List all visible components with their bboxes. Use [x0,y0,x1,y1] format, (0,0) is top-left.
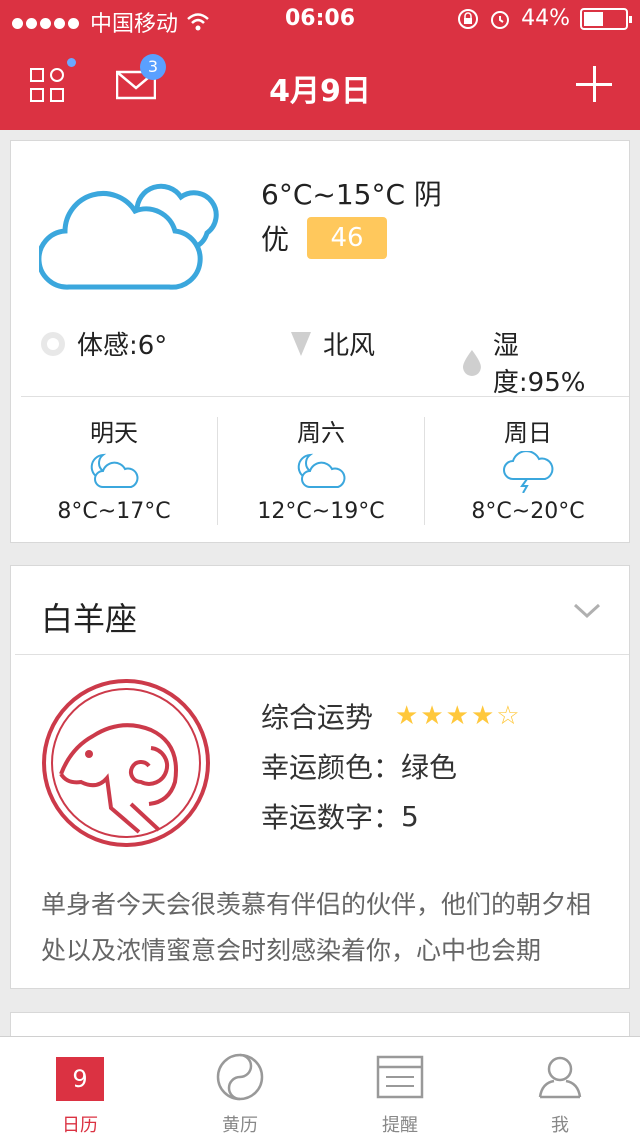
tab-almanac[interactable]: 黄历 [160,1037,320,1136]
forecast-day-name: 周日 [504,419,552,447]
moon-cloud-icon [90,453,139,488]
battery-icon [580,7,632,30]
moon-cloud-icon [297,453,346,488]
chevron-down-icon[interactable] [573,602,601,620]
divider [15,654,629,655]
humidity-stat: 湿度:95% [461,325,611,399]
cloud-icon [39,183,219,290]
forecast-day: 周日 8°C~20°C [425,397,631,544]
horoscope-description: 单身者今天会很羡慕有伴侣的伙伴，他们的朝夕相处以及浓情蜜意会时刻感染着你，心中也… [41,890,592,965]
horoscope-sign: 白羊座 [41,600,138,638]
humidity: 湿度:95% [492,331,586,398]
overall-label: 综合运势 [261,701,374,734]
aqi-badge: 46 [307,217,388,259]
tab-label: 提醒 [382,1115,418,1136]
star-icon: ★ [445,701,471,731]
star-icon: ★ [420,701,446,731]
top-bar: 中国移动 06:06 44% 3 4月9日 [0,0,640,130]
lucky-color-row: 幸运颜色： 绿色 [261,746,457,786]
lucky-color-label: 幸运颜色： [261,751,402,784]
page-title[interactable]: 4月9日 [0,66,640,110]
weather-temp-condition: 6°C~15°C 阴 [261,173,442,213]
forecast-temp: 8°C~17°C [57,499,171,524]
condition: 阴 [413,178,442,211]
thunder-cloud-icon [503,451,554,493]
alarm-icon [491,10,510,29]
tab-label: 我 [551,1115,569,1136]
forecast-temp: 12°C~19°C [257,499,385,524]
aries-emblem-icon [42,679,210,847]
add-button[interactable] [576,66,612,102]
horoscope-card[interactable]: 白羊座 综合运势 ★★★★☆ 幸运颜色： 绿色 幸运数字： 5 单身者今天会很羡… [10,565,630,989]
tab-reminder[interactable]: 提醒 [320,1037,480,1136]
wind-direction-icon [291,331,311,356]
forecast-day-name: 明天 [90,419,138,447]
weather-stats: 体感:6° 北风 湿度:95% [39,325,611,398]
aqi-label: 优 [261,223,290,256]
tab-label: 日历 [62,1115,98,1136]
nav-bar: 3 4月9日 [0,40,640,130]
forecast-day: 周六 12°C~19°C [218,397,424,544]
wind: 北风 [323,331,376,361]
star-icon: ★ [395,701,421,731]
feels-like-stat: 体感:6° [39,325,167,362]
status-bar: 中国移动 06:06 44% [0,0,640,40]
overall-fortune-row: 综合运势 ★★★★☆ [261,696,522,736]
calendar-icon: 9 [56,1057,104,1101]
calendar-day: 9 [72,1065,88,1093]
tab-calendar[interactable]: 9 日历 [0,1037,160,1136]
lucky-color: 绿色 [401,751,458,784]
reminder-icon [376,1055,424,1099]
yinyang-icon [216,1053,264,1101]
rating-stars: ★★★★☆ [395,701,522,731]
water-drop-icon [462,350,481,376]
lucky-number-row: 幸运数字： 5 [261,796,419,836]
forecast-row: 明天 8°C~17°C 周六 12°C~19°C 周日 8°C~20°C [11,397,629,544]
forecast-day-name: 周六 [297,419,345,447]
tab-me[interactable]: 我 [480,1037,640,1136]
user-icon [538,1056,582,1099]
tab-label: 黄历 [222,1115,258,1136]
temp-range: 6°C~15°C [261,178,406,211]
lucky-number-label: 幸运数字： [261,801,402,834]
rotation-lock-icon [458,8,479,29]
wind-stat: 北风 [289,325,375,362]
sun-icon [41,331,65,356]
aqi-row: 优 46 [261,217,388,259]
star-icon: ★ [470,701,497,731]
battery-percent: 44% [521,6,570,31]
forecast-day: 明天 8°C~17°C [11,397,217,544]
tab-bar: 9 日历 黄历 提醒 我 [0,1036,640,1136]
star-outline-icon: ☆ [496,701,522,731]
lucky-number: 5 [401,799,419,833]
feels-like: 体感:6° [77,331,168,361]
weather-card[interactable]: 6°C~15°C 阴 优 46 体感:6° 北风 湿度:95% 明天 8°C~1… [10,140,630,543]
forecast-temp: 8°C~20°C [471,499,585,524]
